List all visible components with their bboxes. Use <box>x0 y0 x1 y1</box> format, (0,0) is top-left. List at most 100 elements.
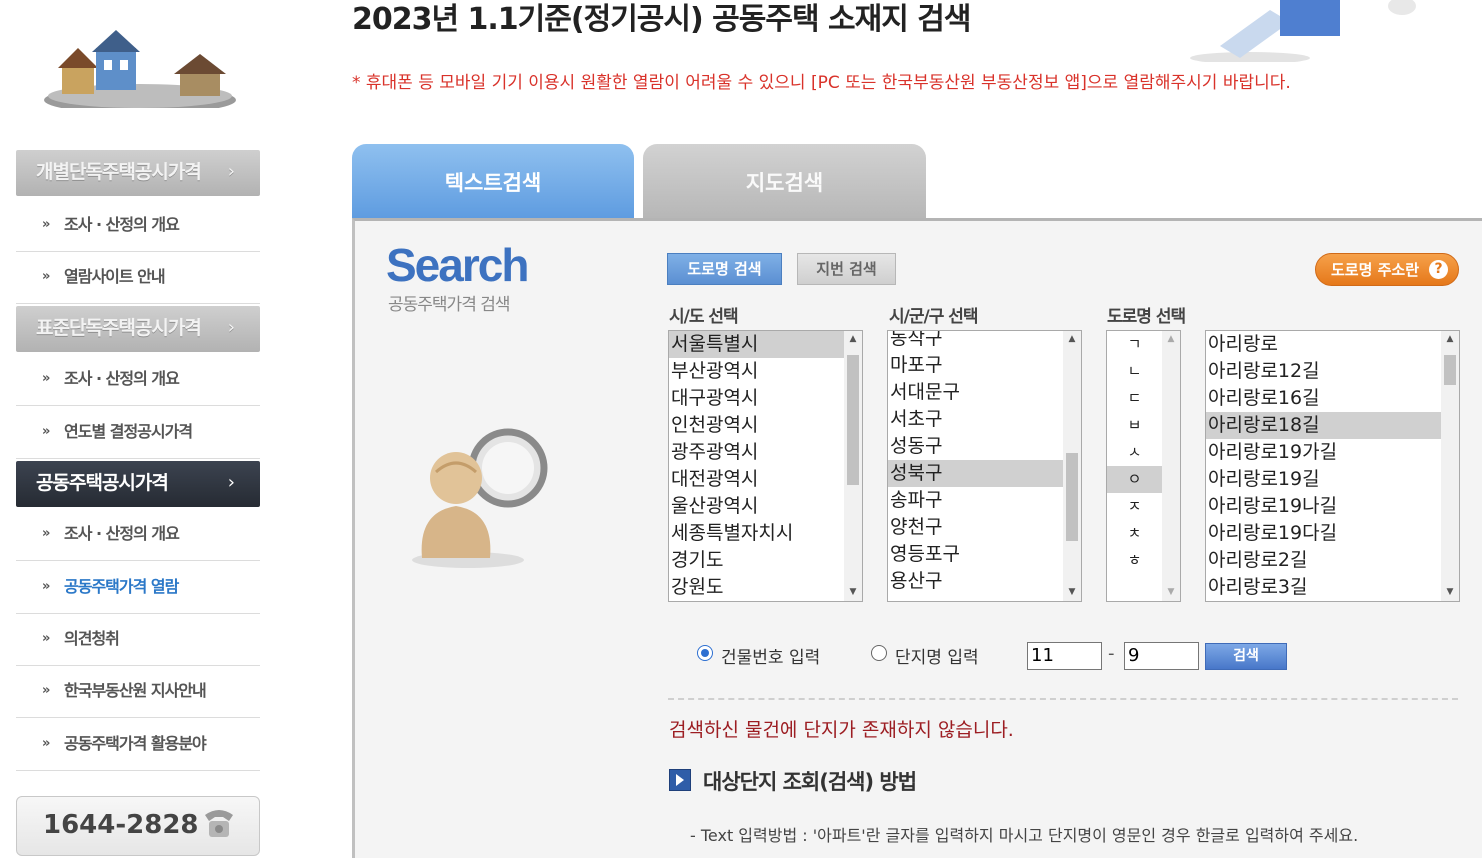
search-button[interactable]: 검색 <box>1205 643 1287 670</box>
list-option[interactable]: 아리랑로3길 <box>1206 574 1441 601</box>
road-name-options: 아리랑로 아리랑로12길 아리랑로16길 아리랑로18길 아리랑로19가길 아리랑로19길… <box>1206 331 1441 601</box>
scroll-thumb[interactable] <box>847 355 859 485</box>
list-option[interactable]: ㅈ <box>1107 493 1162 520</box>
scroll-down-arrow-icon[interactable]: ▼ <box>844 584 862 601</box>
menu-label: 표준단독주택공시가격 <box>36 317 202 339</box>
road-address-help-label: 도로명 주소란 <box>1331 261 1420 279</box>
scrollbar[interactable]: ▲ ▼ <box>1162 331 1180 601</box>
sidebar-item-viewing-site-guide[interactable]: 열람사이트 안내 <box>16 252 260 304</box>
sidebar-item-usage[interactable]: 공동주택가격 활용분야 <box>16 719 260 771</box>
scroll-up-arrow-icon[interactable]: ▲ <box>1162 331 1180 348</box>
sidebar-item-branch-guide[interactable]: 한국부동산원 지사안내 <box>16 666 260 718</box>
sidebar-item-yearly-prices[interactable]: 연도별 결정공시가격 <box>16 407 260 459</box>
list-option[interactable]: 아리랑로19다길 <box>1206 520 1441 547</box>
list-option[interactable]: 대구광역시 <box>669 385 844 412</box>
list-option[interactable]: 강원도 <box>669 574 844 601</box>
sidebar-item-survey-overview-1[interactable]: 조사 · 산정의 개요 <box>16 200 260 252</box>
list-option[interactable]: 세종특별자치시 <box>669 520 844 547</box>
phone-number: 1644-2828 <box>43 810 199 840</box>
list-option[interactable]: 성동구 <box>888 433 1063 460</box>
arrow-right-box-icon <box>669 769 691 791</box>
list-option[interactable]: ㅊ <box>1107 520 1162 547</box>
menu-label: 개별단독주택공시가격 <box>36 161 202 183</box>
complex-name-radio-label[interactable]: 단지명 입력 <box>895 643 979 668</box>
sidebar-item-survey-overview-3[interactable]: 조사 · 산정의 개요 <box>16 509 260 561</box>
initial-consonant-options: ㄱㄴㄷㅂㅅㅇㅈㅊㅎ <box>1107 331 1162 601</box>
sidebar-item-apartment-price-view[interactable]: 공동주택가격 열람 <box>16 562 260 614</box>
search-logo-subtitle: 공동주택가격 검색 <box>388 295 511 315</box>
list-option[interactable]: 울산광역시 <box>669 493 844 520</box>
complex-name-radio[interactable] <box>871 645 887 661</box>
list-option[interactable]: 부산광역시 <box>669 358 844 385</box>
sigungu-label: 시/군/구 선택 <box>889 307 979 327</box>
sidebar-item-survey-overview-2[interactable]: 조사 · 산정의 개요 <box>16 354 260 406</box>
sigungu-options: 동작구 마포구 서대문구 서초구 성동구 성북구 송파구 양천구 영등포구 용산구 <box>888 331 1063 601</box>
telephone-icon <box>205 810 233 837</box>
list-option[interactable]: 양천구 <box>888 514 1063 541</box>
scroll-up-arrow-icon[interactable]: ▲ <box>1063 331 1081 348</box>
list-option[interactable]: 서울특별시 <box>669 331 844 358</box>
scroll-up-arrow-icon[interactable]: ▲ <box>1441 331 1459 348</box>
tab-map-search[interactable]: 지도검색 <box>643 144 926 220</box>
road-name-listbox[interactable]: 아리랑로 아리랑로12길 아리랑로16길 아리랑로18길 아리랑로19가길 아리랑로19길… <box>1205 330 1460 602</box>
lot-number-search-button[interactable]: 지번 검색 <box>797 253 896 285</box>
building-main-number-input[interactable]: 11 <box>1027 642 1102 670</box>
menu-individual-house-price[interactable]: 개별단독주택공시가격 › <box>16 150 260 196</box>
sidebar-item-opinion[interactable]: 의견청취 <box>16 614 260 666</box>
list-option[interactable]: 광주광역시 <box>669 439 844 466</box>
list-option[interactable]: 경기도 <box>669 547 844 574</box>
list-option[interactable]: 대전광역시 <box>669 466 844 493</box>
list-option[interactable]: 아리랑로19나길 <box>1206 493 1441 520</box>
scroll-thumb[interactable] <box>1066 453 1078 541</box>
list-option[interactable]: 서대문구 <box>888 379 1063 406</box>
list-option[interactable]: ㄷ <box>1107 385 1162 412</box>
scrollbar[interactable]: ▲ ▼ <box>1441 331 1459 601</box>
menu-apartment-price[interactable]: 공동주택공시가격 › <box>16 461 260 507</box>
menu-standard-house-price[interactable]: 표준단독주택공시가격 › <box>16 306 260 352</box>
list-option[interactable]: 성북구 <box>888 460 1063 487</box>
building-number-radio[interactable] <box>697 645 713 661</box>
list-option[interactable]: 아리랑로12길 <box>1206 358 1441 385</box>
list-option[interactable]: 용산구 <box>888 568 1063 595</box>
list-option[interactable]: 아리랑로18길 <box>1206 412 1441 439</box>
building-number-radio-label[interactable]: 건물번호 입력 <box>721 643 820 668</box>
initial-consonant-listbox[interactable]: ㄱㄴㄷㅂㅅㅇㅈㅊㅎ ▲ ▼ <box>1106 330 1181 602</box>
road-name-search-button[interactable]: 도로명 검색 <box>667 253 782 285</box>
dashed-divider <box>668 698 1458 700</box>
menu-label: 공동주택공시가격 <box>36 472 169 494</box>
list-option[interactable]: ㅎ <box>1107 547 1162 574</box>
list-option[interactable]: 마포구 <box>888 352 1063 379</box>
search-decoration-image <box>1190 0 1416 62</box>
scroll-up-arrow-icon[interactable]: ▲ <box>844 331 862 348</box>
list-option[interactable]: 인천광역시 <box>669 412 844 439</box>
list-option[interactable]: 아리랑로19가길 <box>1206 439 1441 466</box>
road-label: 도로명 선택 <box>1107 307 1186 327</box>
scrollbar[interactable]: ▲ ▼ <box>844 331 862 601</box>
list-option[interactable]: 아리랑로19길 <box>1206 466 1441 493</box>
list-option[interactable]: 아리랑로16길 <box>1206 385 1441 412</box>
road-address-help-button[interactable]: 도로명 주소란 ? <box>1315 253 1459 286</box>
scroll-thumb[interactable] <box>1444 355 1456 385</box>
page-title: 2023년 1.1기준(정기공시) 공동주택 소재지 검색 <box>352 2 971 37</box>
list-option[interactable]: 영등포구 <box>888 541 1063 568</box>
person-magnifier-image <box>412 428 548 568</box>
list-option[interactable]: 동작구 <box>888 331 1063 352</box>
list-option[interactable]: ㅅ <box>1107 439 1162 466</box>
scroll-down-arrow-icon[interactable]: ▼ <box>1162 584 1180 601</box>
sigungu-listbox[interactable]: 동작구 마포구 서대문구 서초구 성동구 성북구 송파구 양천구 영등포구 용산구 ▲ ▼ <box>887 330 1082 602</box>
list-option[interactable]: ㄴ <box>1107 358 1162 385</box>
list-option[interactable]: 아리랑로 <box>1206 331 1441 358</box>
tab-text-search[interactable]: 텍스트검색 <box>352 144 634 220</box>
list-option[interactable]: 서초구 <box>888 406 1063 433</box>
sido-listbox[interactable]: 서울특별시 부산광역시 대구광역시 인천광역시 광주광역시 대전광역시 울산광역시 세종특별자… <box>668 330 863 602</box>
scroll-down-arrow-icon[interactable]: ▼ <box>1441 584 1459 601</box>
list-option[interactable]: ㄱ <box>1107 331 1162 358</box>
scroll-down-arrow-icon[interactable]: ▼ <box>1063 584 1081 601</box>
list-option[interactable]: ㅇ <box>1107 466 1162 493</box>
building-sub-number-input[interactable]: 9 <box>1124 642 1199 670</box>
list-option[interactable]: ㅂ <box>1107 412 1162 439</box>
scrollbar[interactable]: ▲ ▼ <box>1063 331 1081 601</box>
list-option[interactable]: 송파구 <box>888 487 1063 514</box>
howto-title: 대상단지 조회(검색) 방법 <box>703 770 917 794</box>
list-option[interactable]: 아리랑로2길 <box>1206 547 1441 574</box>
